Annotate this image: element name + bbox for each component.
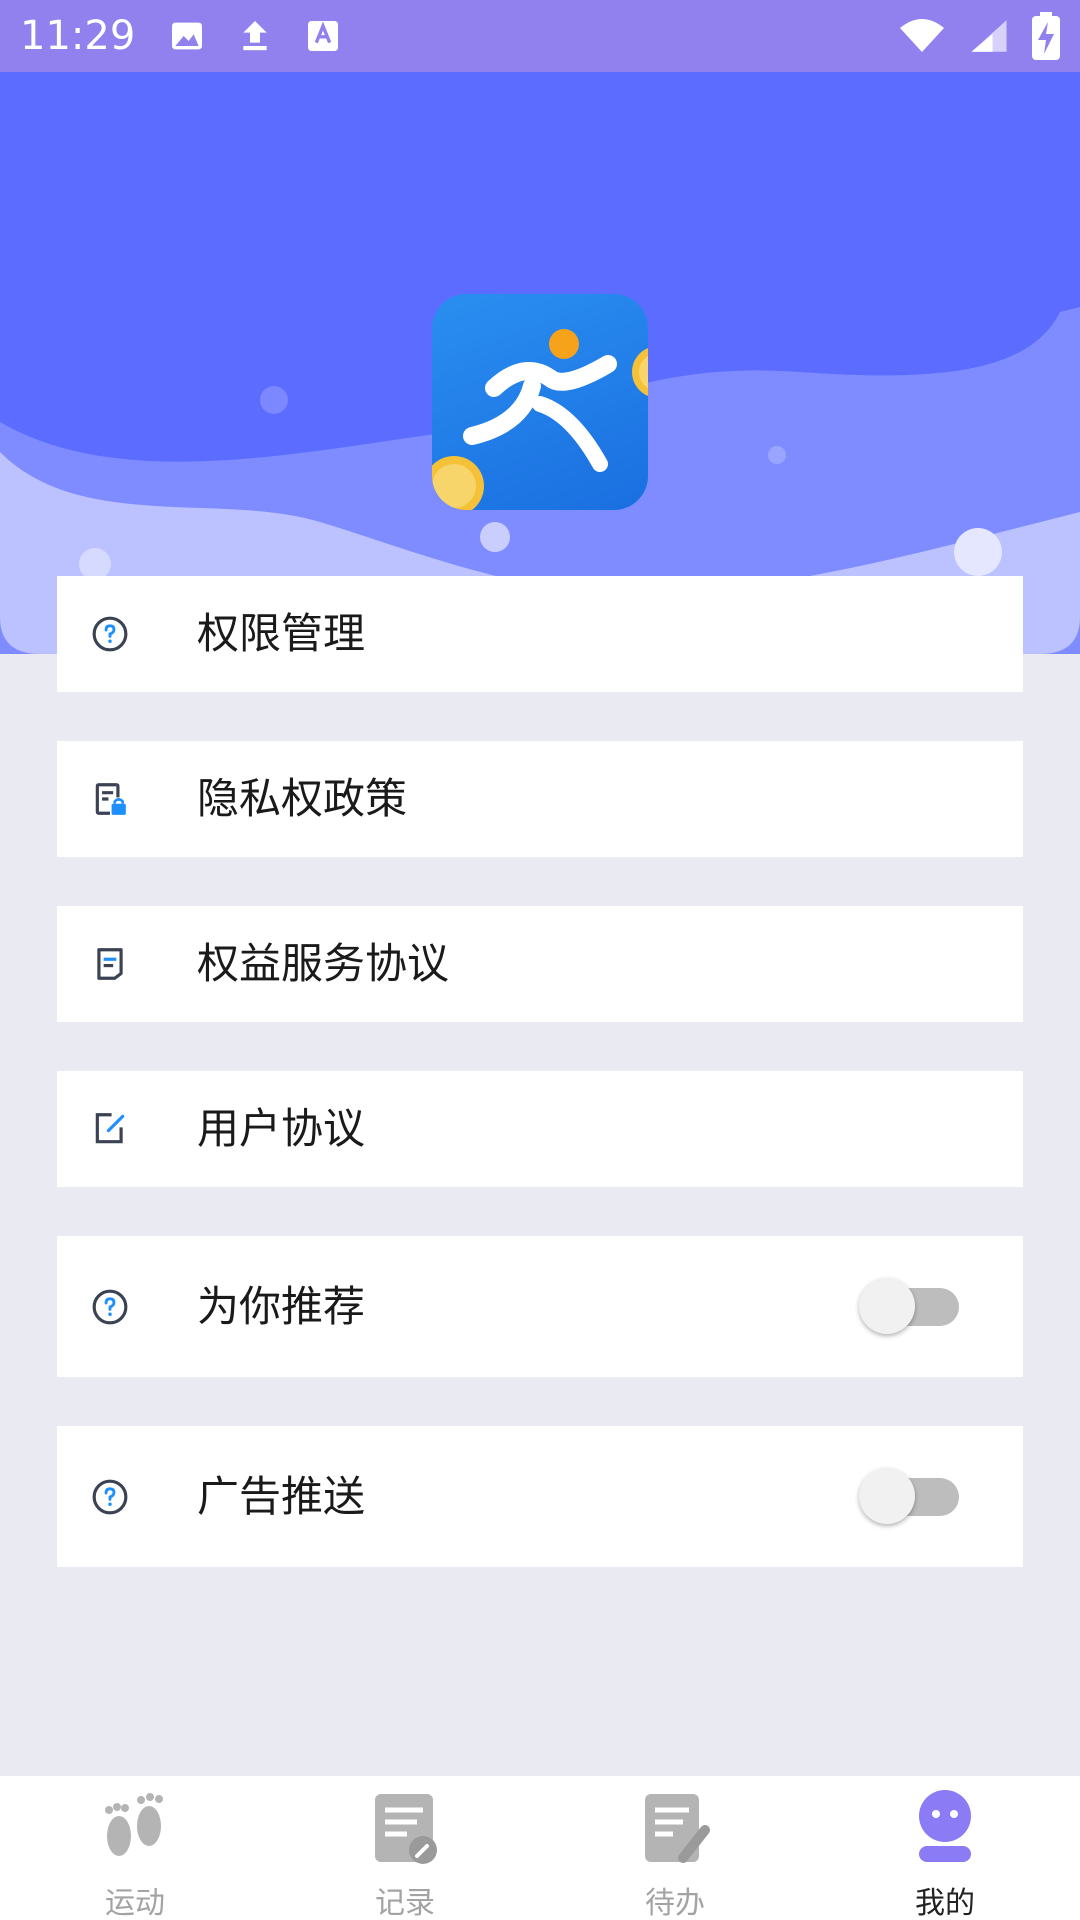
menu-item-ad-push: 广告推送	[57, 1426, 1023, 1567]
menu-item-label: 用户协议	[197, 1104, 366, 1153]
toggle-thumb	[859, 1468, 915, 1524]
app-logo	[432, 294, 648, 510]
question-circle-icon[interactable]	[89, 1476, 131, 1518]
menu-item-recommend-for-you: 为你推荐	[57, 1236, 1023, 1377]
nav-item-record[interactable]: 记录	[270, 1776, 540, 1920]
nav-item-mine[interactable]: 我的	[810, 1776, 1080, 1920]
status-bar: 11:29	[0, 0, 1080, 72]
header-banner	[0, 72, 1080, 654]
toggle-thumb	[859, 1278, 915, 1334]
status-icons-right	[898, 12, 1060, 60]
todo-icon	[645, 1794, 710, 1863]
menu-item-permission-management[interactable]: 权限管理	[57, 576, 1023, 692]
record-icon	[375, 1794, 437, 1864]
nav-label: 待办	[645, 1886, 705, 1920]
nav-label: 记录	[375, 1886, 435, 1920]
screen: 11:29 权限管理 隐私权政策 权益服务协议 用户协议 为你推荐 广告推送 运…	[0, 0, 1080, 1920]
menu-item-user-agreement[interactable]: 用户协议	[57, 1071, 1023, 1187]
menu-item-label: 为你推荐	[197, 1282, 366, 1331]
status-icons-left	[167, 16, 343, 56]
nav-label: 运动	[105, 1886, 165, 1920]
menu-item-label: 隐私权政策	[197, 774, 408, 823]
recommend-toggle[interactable]	[859, 1278, 965, 1334]
menu-item-label: 权益服务协议	[197, 939, 450, 988]
document-icon	[89, 943, 131, 985]
nav-item-exercise[interactable]: 运动	[0, 1776, 270, 1920]
profile-icon	[919, 1790, 971, 1862]
menu-item-benefit-service-agreement[interactable]: 权益服务协议	[57, 906, 1023, 1022]
wifi-icon	[900, 19, 944, 52]
running-man-coins-icon	[432, 329, 648, 510]
menu-item-privacy-policy[interactable]: 隐私权政策	[57, 741, 1023, 857]
ad-push-toggle[interactable]	[859, 1468, 965, 1524]
question-circle-icon[interactable]	[89, 1286, 131, 1328]
image-icon	[172, 22, 203, 50]
question-circle-icon	[89, 613, 131, 655]
footprints-icon	[105, 1793, 163, 1856]
battery-charging-icon	[1032, 12, 1060, 60]
menu-item-label: 广告推送	[197, 1472, 366, 1521]
menu-item-label: 权限管理	[197, 609, 366, 658]
bottom-nav: 运动 记录 待办 我的	[0, 1776, 1080, 1920]
cell-signal-icon	[971, 20, 1007, 52]
upload-icon	[243, 21, 267, 51]
edit-icon	[89, 1108, 131, 1150]
text-recognition-icon	[308, 21, 339, 51]
privacy-lock-icon	[89, 778, 131, 820]
nav-label: 我的	[915, 1886, 975, 1920]
nav-item-todo[interactable]: 待办	[540, 1776, 810, 1920]
status-time: 11:29	[20, 13, 136, 59]
